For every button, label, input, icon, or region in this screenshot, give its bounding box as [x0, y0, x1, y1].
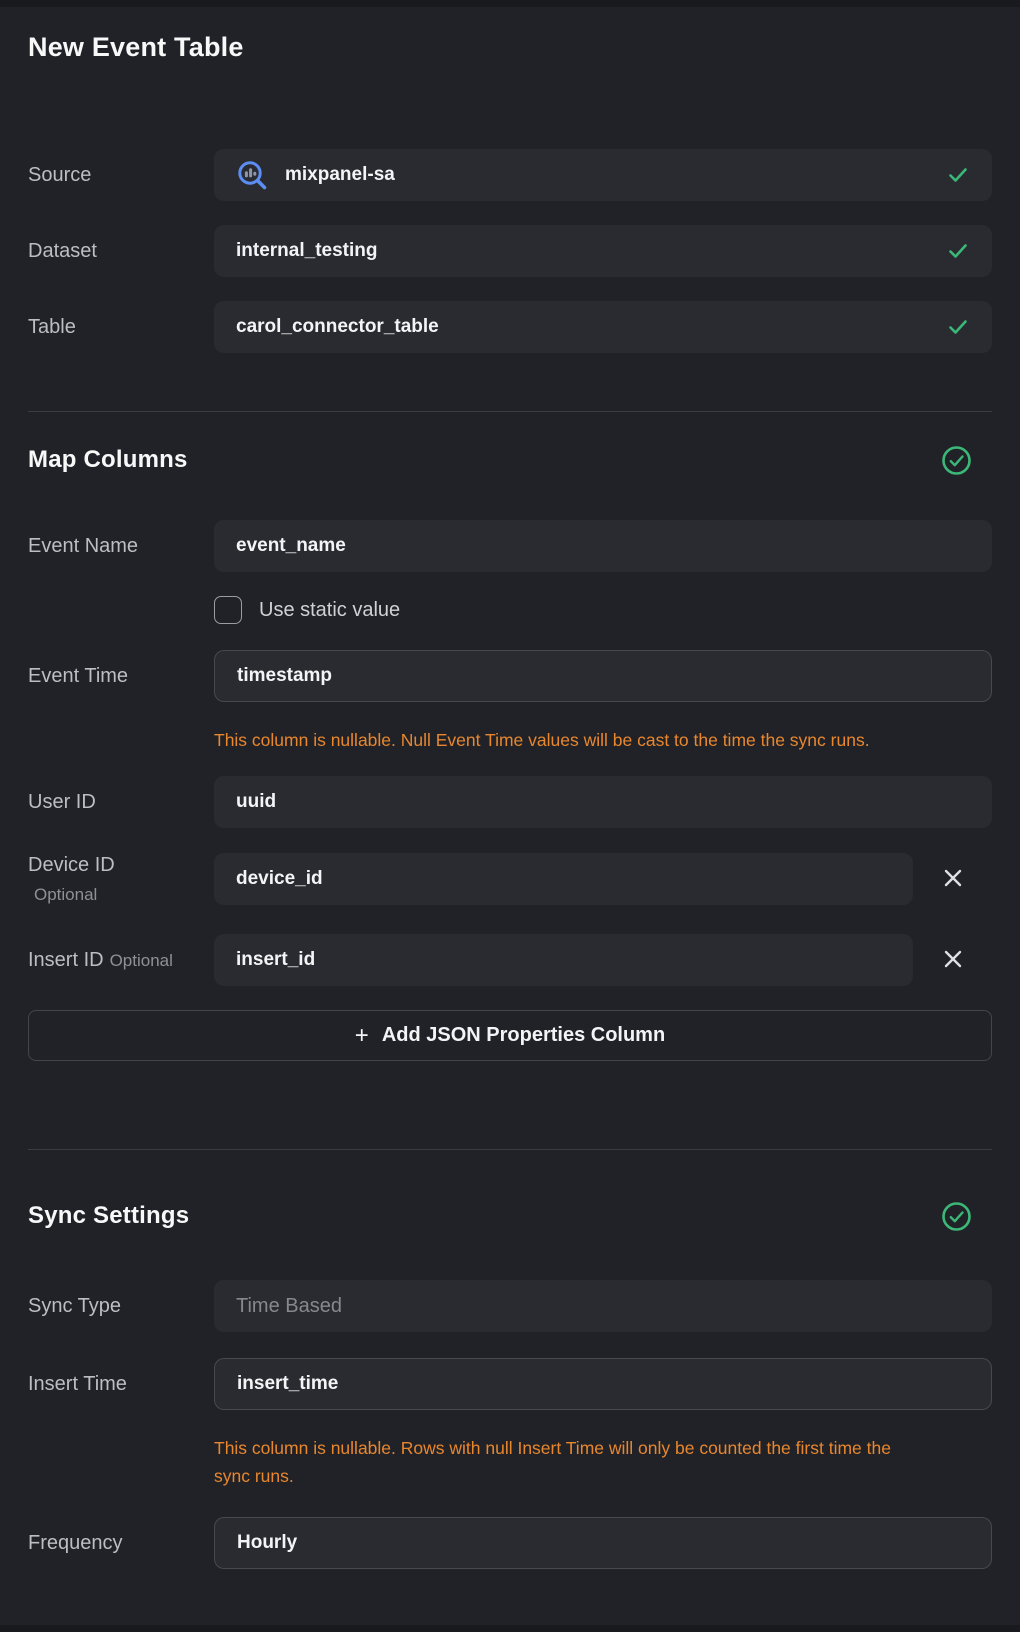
source-config-section: Source mixpanel-sa Dataset internal_test… — [28, 149, 992, 353]
field-row-frequency: Frequency Hourly — [28, 1517, 992, 1569]
sync-type-label: Sync Type — [28, 1295, 214, 1318]
top-edge-shadow — [0, 0, 1020, 7]
field-row-event-name: Event Name event_name — [28, 520, 992, 572]
section-divider — [28, 1149, 992, 1150]
valid-check-icon — [946, 239, 970, 263]
sync-settings-heading: Sync Settings — [28, 1200, 189, 1232]
sync-settings-heading-row: Sync Settings — [28, 1200, 992, 1232]
bigquery-icon — [236, 159, 268, 191]
insert-id-optional-label: Optional — [110, 951, 173, 970]
remove-device-id-button[interactable] — [913, 853, 992, 905]
insert-time-label: Insert Time — [28, 1373, 214, 1396]
field-row-user-id: User ID uuid — [28, 776, 992, 828]
map-columns-heading: Map Columns — [28, 444, 188, 476]
circle-check-icon — [941, 1201, 972, 1232]
insert-time-nullable-warning: This column is nullable. Rows with null … — [214, 1434, 916, 1490]
field-row-insert-id: Insert IDOptional insert_id — [28, 934, 992, 986]
use-static-value-row: Use static value — [214, 596, 992, 624]
dataset-label: Dataset — [28, 240, 214, 263]
event-time-nullable-warning: This column is nullable. Null Event Time… — [214, 726, 916, 754]
add-json-properties-button[interactable]: + Add JSON Properties Column — [28, 1010, 992, 1061]
insert-time-select[interactable]: insert_time — [214, 1358, 992, 1410]
valid-check-icon — [946, 315, 970, 339]
page-title: New Event Table — [28, 0, 992, 64]
user-id-select[interactable]: uuid — [214, 776, 992, 828]
close-icon — [940, 865, 966, 894]
source-value: mixpanel-sa — [285, 164, 395, 186]
valid-check-icon — [946, 163, 970, 187]
close-icon — [940, 946, 966, 975]
event-name-select[interactable]: event_name — [214, 520, 992, 572]
section-divider — [28, 411, 992, 412]
field-row-insert-time: Insert Time insert_time — [28, 1358, 992, 1410]
sync-type-select: Time Based — [214, 1280, 992, 1332]
event-time-select[interactable]: timestamp — [214, 650, 992, 702]
event-name-label: Event Name — [28, 535, 214, 558]
frequency-label: Frequency — [28, 1532, 214, 1555]
table-select[interactable]: carol_connector_table — [214, 301, 992, 353]
dataset-value: internal_testing — [236, 240, 377, 262]
map-columns-heading-row: Map Columns — [28, 444, 992, 476]
add-json-properties-label: Add JSON Properties Column — [382, 1024, 665, 1047]
device-id-select[interactable]: device_id — [214, 853, 913, 905]
remove-insert-id-button[interactable] — [913, 934, 992, 986]
device-id-optional-label: Optional — [34, 885, 204, 905]
insert-id-select[interactable]: insert_id — [214, 934, 913, 986]
use-static-value-label: Use static value — [259, 599, 400, 622]
field-row-event-time: Event Time timestamp — [28, 650, 992, 702]
sync-settings-section: Sync Settings Sync Type Time Based Inser… — [28, 1200, 992, 1569]
frequency-select[interactable]: Hourly — [214, 1517, 992, 1569]
bottom-edge-shadow — [0, 1625, 1020, 1632]
field-row-table: Table carol_connector_table — [28, 301, 992, 353]
insert-id-value: insert_id — [236, 949, 315, 971]
event-time-label: Event Time — [28, 665, 214, 688]
source-select[interactable]: mixpanel-sa — [214, 149, 992, 201]
plus-icon: + — [355, 1024, 369, 1048]
insert-id-label: Insert IDOptional — [28, 949, 214, 972]
dataset-select[interactable]: internal_testing — [214, 225, 992, 277]
field-row-source: Source mixpanel-sa — [28, 149, 992, 201]
event-name-value: event_name — [236, 535, 346, 557]
device-id-label: Device ID Optional — [28, 854, 214, 905]
table-label: Table — [28, 316, 214, 339]
user-id-value: uuid — [236, 791, 276, 813]
insert-time-value: insert_time — [237, 1373, 338, 1395]
sync-type-value: Time Based — [236, 1295, 342, 1318]
user-id-label: User ID — [28, 791, 214, 814]
field-row-device-id: Device ID Optional device_id — [28, 853, 992, 905]
new-event-table-form: New Event Table Source mixpanel-sa Datas… — [0, 0, 1020, 1569]
map-columns-section: Map Columns Event Name event_name Use st… — [28, 444, 992, 1061]
field-row-dataset: Dataset internal_testing — [28, 225, 992, 277]
field-row-sync-type: Sync Type Time Based — [28, 1280, 992, 1332]
frequency-value: Hourly — [237, 1532, 297, 1554]
device-id-value: device_id — [236, 868, 323, 890]
use-static-value-checkbox[interactable] — [214, 596, 242, 624]
circle-check-icon — [941, 445, 972, 476]
table-value: carol_connector_table — [236, 316, 439, 338]
source-label: Source — [28, 164, 214, 187]
event-time-value: timestamp — [237, 665, 332, 687]
